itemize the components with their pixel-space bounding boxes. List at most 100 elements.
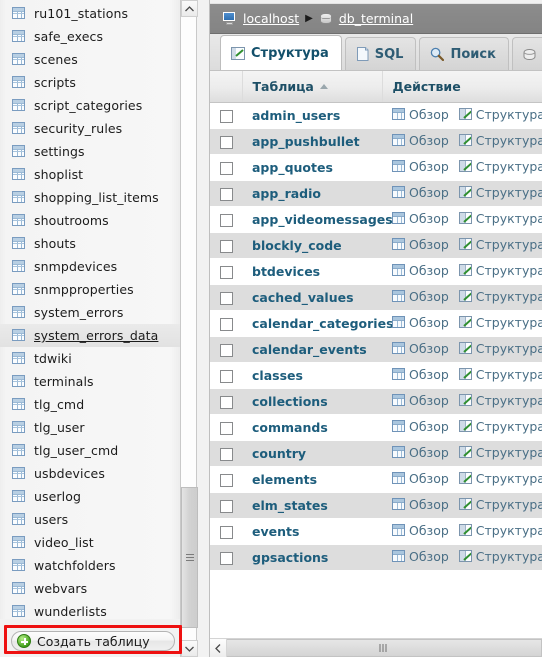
row-checkbox-cell[interactable] (210, 310, 242, 337)
structure-action-link[interactable]: Структура (458, 393, 542, 408)
sidebar-table-item[interactable]: tlg_cmd (0, 393, 181, 416)
browse-action-link[interactable]: Обзор (392, 367, 449, 382)
browse-action-link[interactable]: Обзор (392, 341, 449, 356)
create-table-button[interactable]: Создать таблицу (11, 631, 175, 651)
sidebar-table-item[interactable]: system_errors (0, 301, 181, 324)
row-checkbox-cell[interactable] (210, 388, 242, 415)
row-table-name-link[interactable]: country (252, 446, 306, 461)
row-table-name-cell[interactable]: gpsactions (242, 544, 382, 571)
sidebar-table-item[interactable]: tlg_user (0, 416, 181, 439)
sidebar-table-item[interactable]: shopping_list_items (0, 186, 181, 209)
sidebar-table-item[interactable]: shoplist (0, 163, 181, 186)
row-checkbox-cell[interactable] (210, 206, 242, 233)
structure-action-link[interactable]: Структура (458, 107, 542, 122)
sidebar-table-item[interactable]: shouts (0, 232, 181, 255)
row-checkbox-cell[interactable] (210, 154, 242, 181)
row-table-name-link[interactable]: admin_users (252, 108, 340, 123)
structure-action-link[interactable]: Структура (458, 549, 542, 564)
structure-action-link[interactable]: Структура (458, 133, 542, 148)
structure-action-link[interactable]: Структура (458, 471, 542, 486)
row-checkbox-cell[interactable] (210, 518, 242, 545)
structure-action-link[interactable]: Структура (458, 341, 542, 356)
row-checkbox-cell[interactable] (210, 440, 242, 467)
tab-поиск[interactable]: Поиск (419, 37, 509, 70)
row-checkbox-cell[interactable] (210, 284, 242, 311)
row-checkbox-cell[interactable] (210, 466, 242, 493)
sidebar-table-item[interactable]: webvars (0, 577, 181, 600)
sidebar-table-item[interactable]: userlog (0, 485, 181, 508)
structure-action-link[interactable]: Структура (458, 523, 542, 538)
row-checkbox[interactable] (220, 317, 233, 331)
row-checkbox-cell[interactable] (210, 128, 242, 155)
row-checkbox[interactable] (220, 213, 233, 227)
sidebar-table-item[interactable]: security_rules (0, 117, 181, 140)
structure-action-link[interactable]: Структура (458, 419, 542, 434)
browse-action-link[interactable]: Обзор (392, 497, 449, 512)
row-table-name-cell[interactable]: classes (242, 362, 382, 389)
sidebar-table-item[interactable]: usbdevices (0, 462, 181, 485)
row-checkbox[interactable] (220, 395, 233, 409)
row-checkbox[interactable] (220, 187, 233, 201)
sidebar-table-item[interactable]: shoutrooms (0, 209, 181, 232)
browse-action-link[interactable]: Обзор (392, 289, 449, 304)
sidebar-table-item[interactable]: snmpdevices (0, 255, 181, 278)
scroll-left-arrow-icon[interactable] (210, 639, 227, 657)
row-checkbox[interactable] (220, 161, 233, 175)
row-checkbox[interactable] (220, 369, 233, 383)
row-table-name-link[interactable]: gpsactions (252, 550, 328, 565)
scroll-up-arrow-icon[interactable] (181, 0, 198, 17)
row-table-name-link[interactable]: cached_values (252, 290, 354, 305)
row-table-name-link[interactable]: btdevices (252, 264, 320, 279)
horizontal-scroll-thumb[interactable] (227, 639, 542, 657)
browse-action-link[interactable]: Обзор (392, 133, 449, 148)
row-table-name-cell[interactable]: calendar_events (242, 336, 382, 363)
row-checkbox-cell[interactable] (210, 180, 242, 207)
row-checkbox-cell[interactable] (210, 336, 242, 363)
sidebar-table-item[interactable]: wunderlists (0, 600, 181, 619)
structure-action-link[interactable]: Структура (458, 445, 542, 460)
row-table-name-cell[interactable]: admin_users (242, 102, 382, 129)
row-table-name-cell[interactable]: btdevices (242, 258, 382, 285)
row-table-name-cell[interactable]: app_radio (242, 180, 382, 207)
row-table-name-link[interactable]: elm_states (252, 498, 328, 513)
row-table-name-link[interactable]: elements (252, 472, 317, 487)
sidebar-vertical-scrollbar[interactable] (180, 0, 198, 657)
browse-action-link[interactable]: Обзор (392, 471, 449, 486)
row-checkbox-cell[interactable] (210, 258, 242, 285)
row-table-name-link[interactable]: classes (252, 368, 303, 383)
row-checkbox[interactable] (220, 499, 233, 513)
structure-action-link[interactable]: Структура (458, 159, 542, 174)
row-table-name-link[interactable]: app_pushbullet (252, 134, 360, 149)
row-checkbox-cell[interactable] (210, 492, 242, 519)
row-table-name-cell[interactable]: events (242, 518, 382, 545)
browse-action-link[interactable]: Обзор (392, 315, 449, 330)
row-table-name-cell[interactable]: app_quotes (242, 154, 382, 181)
row-checkbox[interactable] (220, 421, 233, 435)
sidebar-table-item[interactable]: ru101_stations (0, 2, 181, 25)
structure-action-link[interactable]: Структура (458, 289, 542, 304)
browse-action-link[interactable]: Обзор (392, 523, 449, 538)
header-table-name[interactable]: Таблица (242, 71, 383, 103)
sidebar-table-item[interactable]: settings (0, 140, 181, 163)
breadcrumb-database[interactable]: db_terminal (319, 11, 413, 26)
table-tree-scroll-area[interactable]: ru101_stations safe_execs scenes scripts scr… (0, 0, 181, 619)
row-checkbox[interactable] (220, 343, 233, 357)
browse-action-link[interactable]: Обзор (392, 549, 449, 564)
browse-action-link[interactable]: Обзор (392, 107, 449, 122)
row-checkbox[interactable] (220, 551, 233, 565)
sidebar-table-item[interactable]: tlg_user_cmd (0, 439, 181, 462)
row-table-name-link[interactable]: calendar_events (252, 342, 367, 357)
sidebar-table-item[interactable]: watchfolders (0, 554, 181, 577)
row-table-name-cell[interactable]: cached_values (242, 284, 382, 311)
breadcrumb-server[interactable]: localhost (222, 11, 299, 26)
row-table-name-cell[interactable]: commands (242, 414, 382, 441)
row-checkbox[interactable] (220, 109, 233, 123)
structure-action-link[interactable]: Структура (458, 211, 542, 226)
structure-action-link[interactable]: Структура (458, 237, 542, 252)
sidebar-table-item[interactable]: video_list (0, 531, 181, 554)
row-table-name-link[interactable]: app_quotes (252, 160, 333, 175)
sidebar-table-item[interactable]: scenes (0, 48, 181, 71)
row-table-name-cell[interactable]: calendar_categories (242, 310, 394, 337)
row-table-name-link[interactable]: blockly_code (252, 238, 342, 253)
browse-action-link[interactable]: Обзор (392, 211, 449, 226)
